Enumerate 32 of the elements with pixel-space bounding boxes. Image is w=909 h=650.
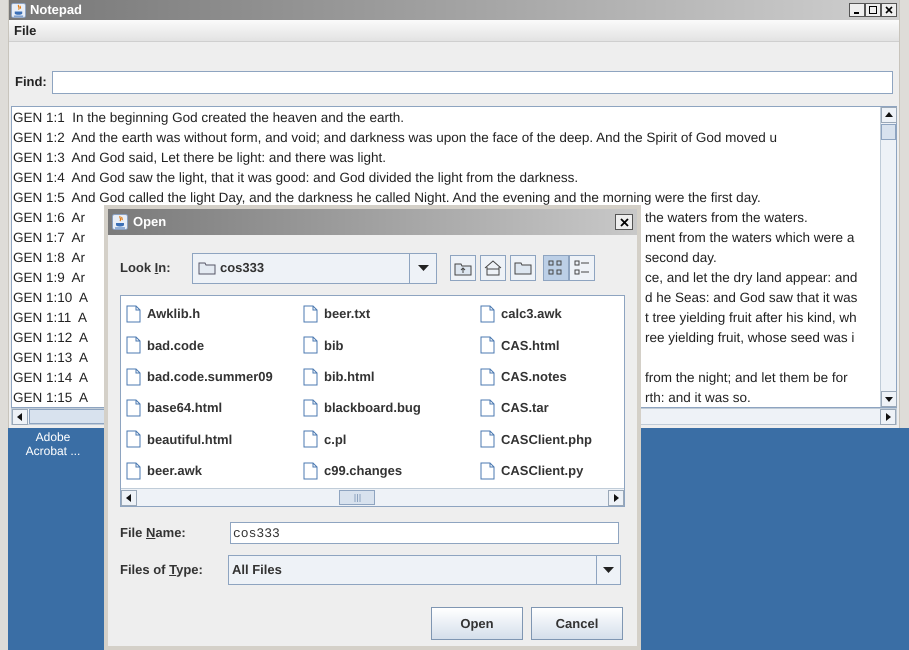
text-line: GEN 1:1 In the beginning God created the heaven and the earth.: [13, 108, 404, 127]
text-line: GEN 1:7 Ar: [13, 230, 86, 245]
window-title: Notepad: [30, 1, 83, 20]
dialog-title: Open: [133, 213, 168, 232]
text-line: ree yielding fruit, whose seed was i: [645, 328, 854, 347]
text-line: GEN 1:13 A: [13, 348, 88, 367]
text-line: t tree yielding fruit after his kind, wh: [645, 308, 857, 327]
text-line: GEN 1:12 A: [13, 330, 88, 345]
text-line: GEN 1:5 And God called the light Day, and the darkness he called Night. And the evening and the morning were the first day.: [13, 188, 761, 207]
text-line: GEN 1:8 Ar: [13, 250, 86, 265]
text-line: GEN 1:14 A: [13, 370, 88, 385]
find-label: Find:: [15, 73, 47, 92]
file-type-value: All Files: [231, 561, 283, 580]
text-line: GEN 1:9 Ar: [13, 270, 86, 285]
text-line: GEN 1:4 And God saw the light, that it was good: and God divided the light from the darkness.: [13, 168, 578, 187]
text-line: GEN 1:15 A: [13, 390, 88, 405]
text-line: GEN 1:2 And the earth was without form, and void; and darkness was upon the face of the deep. And the Spirit of God moved u: [13, 128, 777, 147]
look-in-label: Look In:: [120, 259, 172, 278]
text-line: GEN 1:6 Ar: [13, 210, 86, 225]
text-line: GEN 1:10 A: [13, 290, 88, 305]
text-line: the waters from the waters.: [645, 208, 808, 227]
text-line: ce, and let the dry land appear: and: [645, 268, 858, 287]
text-line: d he Seas: and God saw that it was: [645, 288, 858, 307]
text-line: from the night; and let them be for: [645, 368, 848, 387]
file-name-label: File Name:: [120, 524, 187, 542]
text-line: GEN 1:3 And God said, Let there be light: and there was light.: [13, 148, 386, 167]
file-type-label: Files of Type:: [120, 561, 204, 580]
text-line: ment from the waters which were a: [645, 228, 854, 247]
text-line: rth: and it was so.: [645, 388, 751, 407]
text-line: GEN 1:11 A: [13, 310, 88, 325]
look-in-value: cos333: [220, 259, 264, 278]
text-line: second day.: [645, 248, 717, 267]
